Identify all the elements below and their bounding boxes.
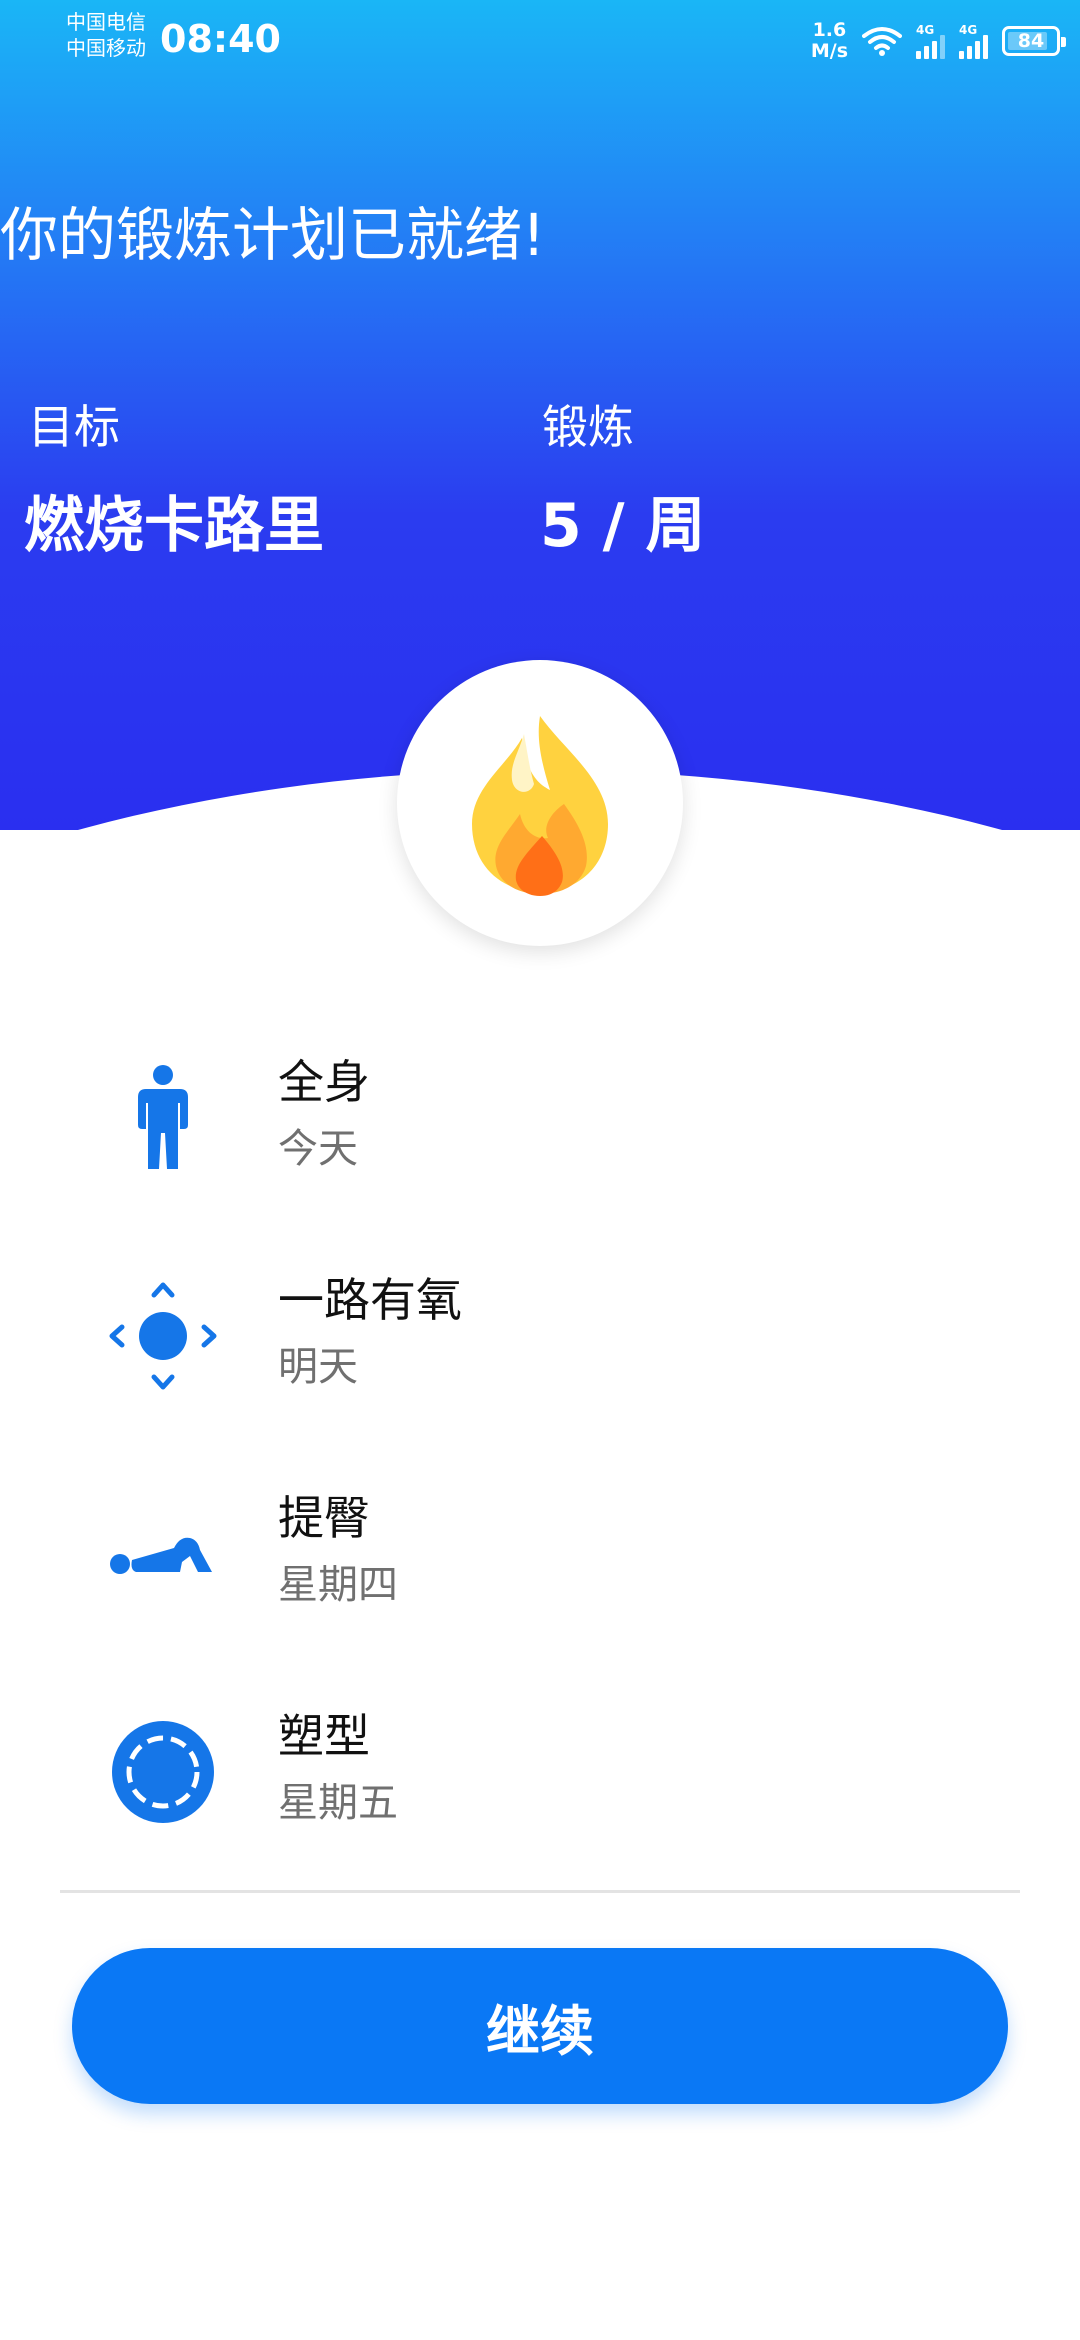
carrier-2: 中国移动 [66, 36, 146, 60]
network-type-2: 4G [959, 23, 978, 37]
flame-badge [397, 660, 683, 946]
continue-button[interactable]: 继续 [72, 1948, 1008, 2104]
divider [60, 1890, 1020, 1893]
plan-item-full-body[interactable]: 全身 今天 [0, 1030, 1080, 1220]
goal-value: 燃烧卡路里 [24, 491, 324, 561]
plan-title: 全身 [278, 1055, 370, 1109]
plan-day: 今天 [278, 1126, 358, 1172]
speed-unit: M/s [810, 40, 848, 62]
goal-label: 目标 [28, 400, 120, 454]
person-icon [137, 1064, 188, 1169]
network-type-1: 4G [916, 23, 935, 37]
status-icons: 1.6 M/s 4G 4G 84 [811, 16, 1066, 66]
workout-frequency: 5 / 周 [540, 491, 706, 561]
flame-icon [472, 716, 608, 896]
workout-label: 锻炼 [542, 400, 634, 454]
page-title: 你的锻炼计划已就绪! [0, 201, 546, 269]
battery-icon: 84 [1002, 26, 1066, 56]
plan-title: 提臀 [278, 1491, 370, 1545]
status-bar: 中国电信 中国移动 08:40 1.6 M/s 4G 4G 84 [0, 0, 1080, 80]
dpad-icon [109, 1282, 216, 1389]
status-time: 08:40 [160, 17, 281, 61]
speed-value: 1.6 [812, 19, 847, 41]
plan-title: 塑型 [278, 1709, 370, 1763]
wifi-icon [862, 27, 902, 56]
plan-day: 明天 [278, 1344, 358, 1390]
glute-bridge-icon [109, 1537, 212, 1574]
plan-item-glutes[interactable]: 提臀 星期四 [0, 1466, 1080, 1656]
plan-day: 星期四 [278, 1562, 398, 1608]
plan-item-toning[interactable]: 塑型 星期五 [0, 1684, 1080, 1874]
carrier-labels: 中国电信 中国移动 [66, 9, 146, 61]
plan-title: 一路有氧 [278, 1273, 462, 1327]
plan-day: 星期五 [278, 1780, 398, 1826]
plan-item-cardio[interactable]: 一路有氧 明天 [0, 1248, 1080, 1438]
network-speed: 1.6 M/s [811, 20, 848, 62]
dashed-circle-icon [111, 1720, 214, 1823]
signal-1-icon: 4G [916, 23, 945, 59]
signal-2-icon: 4G [959, 23, 988, 59]
carrier-1: 中国电信 [66, 10, 146, 34]
battery-level: 84 [1017, 30, 1045, 52]
